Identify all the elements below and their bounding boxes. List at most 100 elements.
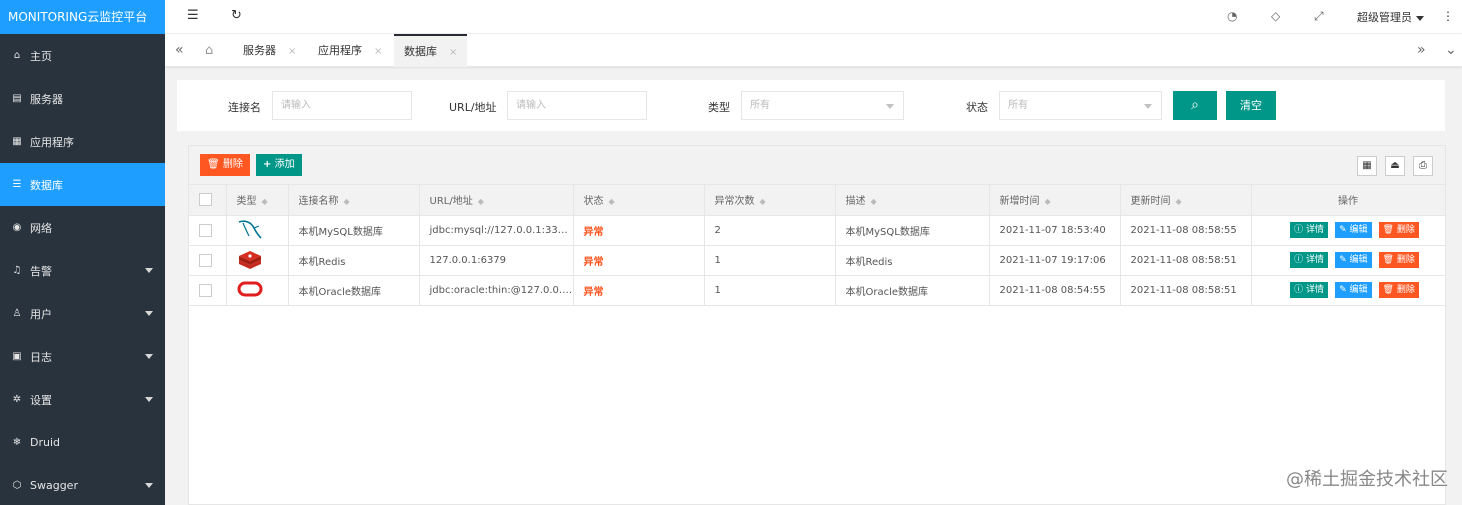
pencil-icon: ✎: [1339, 225, 1347, 235]
refresh-icon[interactable]: ↻: [231, 8, 242, 23]
close-icon[interactable]: ×: [374, 46, 382, 57]
col-header-actions: 操作: [1251, 185, 1446, 216]
created-cell: 2021-11-07 18:53:40: [989, 215, 1121, 246]
tab-scroll-left-icon[interactable]: «: [165, 34, 194, 67]
sidebar-item-label: 数据库: [30, 178, 63, 192]
sidebar-item-users[interactable]: ♙ 用户: [0, 292, 165, 335]
pencil-icon: ✎: [1339, 255, 1347, 265]
col-header-desc[interactable]: 描述 ◆: [835, 185, 990, 216]
type-select[interactable]: 所有: [741, 91, 904, 120]
delete-button[interactable]: 🗑 删除: [1378, 282, 1419, 298]
col-header-name[interactable]: 连接名称 ◆: [288, 185, 420, 216]
status-label: 状态: [966, 101, 988, 114]
menu-toggle-icon[interactable]: ☰: [187, 8, 199, 23]
sidebar-item-applications[interactable]: ▦ 应用程序: [0, 120, 165, 163]
sidebar-item-network[interactable]: ◉ 网络: [0, 206, 165, 249]
hexagon-icon: ⬡: [12, 480, 22, 491]
fullscreen-icon[interactable]: ⤢: [1314, 9, 1324, 24]
redis-icon: [238, 250, 261, 269]
sidebar-item-label: 设置: [30, 393, 52, 407]
row-checkbox[interactable]: [199, 223, 212, 237]
sidebar-item-label: 用户: [30, 307, 52, 321]
sort-icon[interactable]: ◆: [760, 197, 766, 206]
app-logo[interactable]: MONITORING云监控平台: [0, 0, 165, 34]
conn-name-input[interactable]: 请输入: [272, 91, 412, 120]
name-cell: 本机MySQL数据库: [288, 215, 420, 246]
col-header-url[interactable]: URL/地址 ◆: [419, 185, 574, 216]
add-button[interactable]: + 添加: [256, 154, 302, 176]
detail-button[interactable]: ⓘ 详情: [1290, 252, 1329, 268]
status-select[interactable]: 所有: [999, 91, 1162, 120]
row-select-cell: [189, 215, 227, 246]
user-menu[interactable]: 超级管理员: [1357, 9, 1424, 25]
chevron-down-icon: [145, 397, 153, 402]
sidebar-item-servers[interactable]: ▤ 服务器: [0, 77, 165, 120]
sidebar-item-label: 网络: [30, 221, 52, 235]
sidebar-item-swagger[interactable]: ⬡ Swagger: [0, 464, 165, 505]
col-header-error-count[interactable]: 异常次数 ◆: [704, 185, 836, 216]
status-cell: 异常: [573, 275, 705, 306]
dashboard-icon[interactable]: ◔: [1227, 9, 1237, 23]
actions-cell: ⓘ 详情 ✎ 编辑 🗑 删除: [1251, 275, 1446, 306]
trash-icon: 🗑: [1382, 255, 1394, 265]
globe-icon: ◉: [12, 222, 22, 233]
sort-icon[interactable]: ◆: [262, 197, 268, 206]
print-icon[interactable]: ⎙: [1413, 156, 1433, 176]
more-icon[interactable]: ⋮: [1442, 9, 1454, 23]
bell-icon: ♫: [12, 265, 22, 276]
detail-button[interactable]: ⓘ 详情: [1290, 222, 1329, 238]
detail-button[interactable]: ⓘ 详情: [1290, 282, 1329, 298]
sidebar-item-alerts[interactable]: ♫ 告警: [0, 249, 165, 292]
close-icon[interactable]: ×: [449, 47, 457, 58]
url-cell: jdbc:mysql://127.0.0.1:3306/monitoring: [419, 215, 574, 246]
close-icon[interactable]: ×: [288, 46, 296, 57]
search-button[interactable]: ⌕: [1173, 91, 1217, 120]
name-cell: 本机Oracle数据库: [288, 275, 420, 306]
sort-icon[interactable]: ◆: [609, 197, 615, 206]
edit-button[interactable]: ✎ 编辑: [1335, 222, 1372, 238]
tab-scroll-right-icon[interactable]: »: [1407, 34, 1436, 67]
url-label: URL/地址: [449, 101, 497, 114]
tab-applications[interactable]: 应用程序 ×: [308, 34, 392, 67]
clear-button[interactable]: 清空: [1226, 91, 1276, 120]
sidebar-item-logs[interactable]: ▣ 日志: [0, 335, 165, 378]
sidebar-item-druid[interactable]: ❄ Druid: [0, 421, 165, 464]
sidebar-item-label: 告警: [30, 264, 52, 278]
status-cell: 异常: [573, 215, 705, 246]
sort-icon[interactable]: ◆: [1176, 197, 1182, 206]
sidebar-item-label: Swagger: [30, 479, 78, 492]
tab-dropdown-icon[interactable]: ⌄: [1435, 34, 1462, 67]
row-checkbox[interactable]: [199, 283, 212, 297]
sort-icon[interactable]: ◆: [478, 197, 484, 206]
tab-servers[interactable]: 服务器 ×: [233, 34, 306, 67]
edit-button[interactable]: ✎ 编辑: [1335, 282, 1372, 298]
col-header-status[interactable]: 状态 ◆: [573, 185, 705, 216]
row-select-cell: [189, 245, 227, 276]
edit-button[interactable]: ✎ 编辑: [1335, 252, 1372, 268]
tab-home-icon[interactable]: ⌂: [195, 34, 223, 67]
watermark: @稀土掘金技术社区: [1286, 469, 1448, 490]
url-input[interactable]: 请输入: [507, 91, 647, 120]
error-count-cell: 2: [704, 215, 836, 246]
col-header-type[interactable]: 类型 ◆: [226, 185, 289, 216]
sidebar-item-settings[interactable]: ✲ 设置: [0, 378, 165, 421]
sidebar-item-database[interactable]: ☰ 数据库: [0, 163, 165, 206]
export-icon[interactable]: ⏏: [1385, 156, 1405, 176]
delete-button[interactable]: 🗑 删除: [1378, 252, 1419, 268]
sidebar-item-home[interactable]: ⌂ 主页: [0, 34, 165, 77]
type-cell: [226, 215, 289, 246]
col-header-updated[interactable]: 更新时间 ◆: [1120, 185, 1252, 216]
actions-cell: ⓘ 详情 ✎ 编辑 🗑 删除: [1251, 245, 1446, 276]
sort-icon[interactable]: ◆: [344, 197, 350, 206]
chevron-down-icon: [1144, 104, 1152, 109]
tab-database[interactable]: 数据库 ×: [394, 34, 468, 67]
columns-icon[interactable]: ▦: [1357, 156, 1377, 176]
batch-delete-button[interactable]: 🗑 删除: [200, 154, 250, 176]
delete-button[interactable]: 🗑 删除: [1378, 222, 1419, 238]
sort-icon[interactable]: ◆: [1045, 197, 1051, 206]
row-checkbox[interactable]: [199, 253, 212, 267]
sort-icon[interactable]: ◆: [871, 197, 877, 206]
col-header-created[interactable]: 新增时间 ◆: [989, 185, 1121, 216]
select-all-checkbox[interactable]: [199, 193, 212, 207]
tag-icon[interactable]: ◇: [1271, 9, 1280, 23]
